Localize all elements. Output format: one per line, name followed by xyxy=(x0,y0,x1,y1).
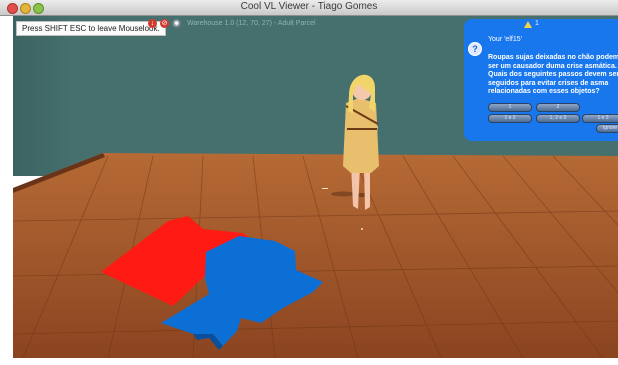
question-icon: ? xyxy=(468,42,482,56)
dialog-sender: Your 'elf15' xyxy=(488,36,522,43)
dialog-button-1-2-and-3[interactable]: 1, 2 e 3 xyxy=(536,114,580,123)
dialog-button-1[interactable]: 1 xyxy=(488,103,532,112)
location-text: Warehouse 1.0 (12, 70, 27) - Adult Parce… xyxy=(187,20,316,27)
3d-viewport[interactable]: Press SHIFT ESC to leave Mouselook. ↓ ⊘ … xyxy=(13,16,618,358)
dialog-button-1-and-3[interactable]: 1 e 3 xyxy=(582,114,618,123)
notice-count: 1 xyxy=(535,20,539,27)
script-dialog: 1 ? Your 'elf15' Roupas sujas deixadas n… xyxy=(464,19,618,141)
globe-icon[interactable]: ◉ xyxy=(172,19,181,28)
title-bar: Cool VL Viewer - Tiago Gomes xyxy=(0,0,618,16)
top-status-icons: ↓ ⊘ ◉ Warehouse 1.0 (12, 70, 27) - Adult… xyxy=(148,18,316,29)
dialog-button-2[interactable]: 2 xyxy=(536,103,580,112)
dialog-message: Roupas sujas deixadas no chão podem ser … xyxy=(488,54,618,95)
dialog-button-1-and-2[interactable]: 1 e 2 xyxy=(488,114,532,123)
mouselook-hint: Press SHIFT ESC to leave Mouselook. xyxy=(16,21,166,36)
dialog-ignore-button[interactable]: Ignore xyxy=(596,124,618,133)
no-fly-icon[interactable]: ⊘ xyxy=(160,19,169,28)
viewer-window: Cool VL Viewer - Tiago Gomes Press SHIFT… xyxy=(0,0,618,365)
window-title: Cool VL Viewer - Tiago Gomes xyxy=(240,1,378,12)
download-icon[interactable]: ↓ xyxy=(148,19,157,28)
warning-icon xyxy=(524,21,532,28)
